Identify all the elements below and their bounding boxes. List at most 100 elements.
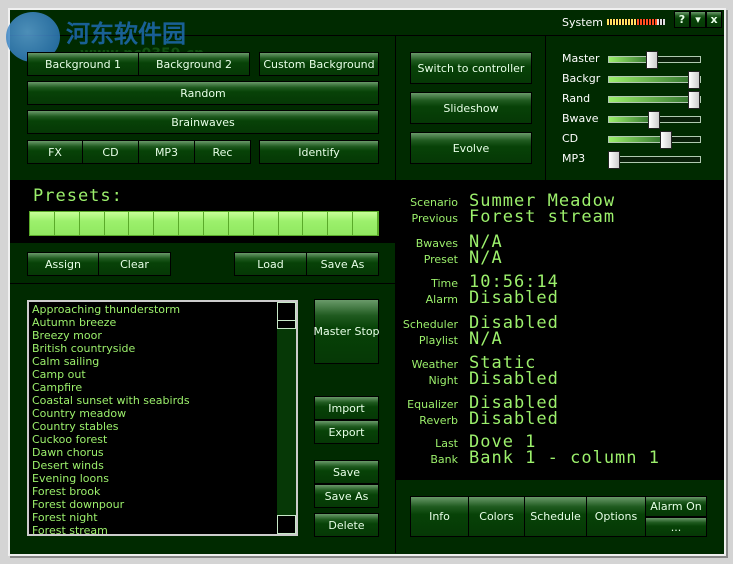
list-item[interactable]: Breezy moor xyxy=(29,329,296,342)
slider-label: Bwave xyxy=(562,112,599,125)
backgr-slider[interactable] xyxy=(608,71,701,89)
slider-label: MP3 xyxy=(562,152,586,165)
list-item[interactable]: Desert winds xyxy=(29,459,296,472)
info-button[interactable]: Info xyxy=(410,496,469,537)
save-button[interactable]: Save xyxy=(314,460,379,484)
bwave-slider[interactable] xyxy=(608,111,701,129)
export-button[interactable]: Export xyxy=(314,420,379,444)
preset-slot[interactable] xyxy=(154,212,180,235)
list-item[interactable]: Coastal sunset with seabirds xyxy=(29,394,296,407)
scrollbar[interactable] xyxy=(277,302,296,534)
list-item[interactable]: Autumn breeze xyxy=(29,316,296,329)
cd-button[interactable]: CD xyxy=(82,140,139,164)
list-item[interactable]: Dawn chorus xyxy=(29,446,296,459)
list-item[interactable]: Cuckoo forest xyxy=(29,433,296,446)
minimize-button[interactable]: ▾ xyxy=(690,11,706,28)
background-2-button[interactable]: Background 2 xyxy=(138,52,250,76)
slider-thumb[interactable] xyxy=(688,91,700,109)
help-button[interactable]: ? xyxy=(674,11,690,28)
options-button[interactable]: Options xyxy=(586,496,646,537)
preset-slot[interactable] xyxy=(328,212,354,235)
import-button[interactable]: Import xyxy=(314,396,379,420)
mp3-slider[interactable] xyxy=(608,151,701,169)
list-item[interactable]: Evening loons xyxy=(29,472,296,485)
info-label: Equalizer xyxy=(407,398,458,411)
slider-label: Master xyxy=(562,52,600,65)
clear-button[interactable]: Clear xyxy=(98,252,171,276)
background-1-button[interactable]: Background 1 xyxy=(27,52,139,76)
slider-label: Rand xyxy=(562,92,591,105)
preset-slot[interactable] xyxy=(353,212,379,235)
slider-thumb[interactable] xyxy=(648,111,660,129)
list-item[interactable]: Forest night xyxy=(29,511,296,524)
scroll-up-button[interactable] xyxy=(277,302,296,321)
info-label: Scheduler xyxy=(402,318,458,331)
assign-button[interactable]: Assign xyxy=(27,252,99,276)
close-button[interactable]: x xyxy=(706,11,722,28)
preset-slot[interactable] xyxy=(253,212,279,235)
list-item[interactable]: Forest downpour xyxy=(29,498,296,511)
schedule-button[interactable]: Schedule xyxy=(524,496,587,537)
info-value: N/A xyxy=(469,248,503,268)
preset-slot[interactable] xyxy=(179,212,205,235)
list-item[interactable]: Camp out xyxy=(29,368,296,381)
rand-slider[interactable] xyxy=(608,91,701,109)
custom-background-button[interactable]: Custom Background xyxy=(259,52,379,76)
info-label: Bank xyxy=(430,453,458,466)
switch-to-controller-button[interactable]: Switch to controller xyxy=(410,52,532,84)
more-button[interactable]: ... xyxy=(645,517,707,537)
list-item[interactable]: Forest brook xyxy=(29,485,296,498)
watermark-text: 河东软件园 xyxy=(66,20,186,48)
info-label: Previous xyxy=(411,212,459,225)
master-slider[interactable] xyxy=(608,51,701,69)
rec-button[interactable]: Rec xyxy=(194,140,251,164)
list-item[interactable]: Country meadow xyxy=(29,407,296,420)
info-label: Scenario xyxy=(410,196,458,209)
list-item[interactable]: Forest stream xyxy=(29,524,296,534)
evolve-button[interactable]: Evolve xyxy=(410,132,532,164)
scenario-list[interactable]: Approaching thunderstorm Autumn breeze Bre… xyxy=(27,300,298,536)
save-as-preset-button[interactable]: Save As xyxy=(306,252,379,276)
scroll-down-button[interactable] xyxy=(277,515,296,534)
list-item[interactable]: Campfire xyxy=(29,381,296,394)
preset-slot[interactable] xyxy=(303,212,329,235)
alarm-on-button[interactable]: Alarm On xyxy=(645,496,707,517)
slider-thumb[interactable] xyxy=(660,131,672,149)
list-item[interactable]: Approaching thunderstorm xyxy=(29,303,296,316)
load-button[interactable]: Load xyxy=(234,252,307,276)
list-item[interactable]: Country stables xyxy=(29,420,296,433)
preset-slot[interactable] xyxy=(278,212,304,235)
slideshow-button[interactable]: Slideshow xyxy=(410,92,532,124)
divider xyxy=(10,283,395,284)
slider-thumb[interactable] xyxy=(688,71,700,89)
info-label: Reverb xyxy=(419,414,458,427)
mp3-button[interactable]: MP3 xyxy=(138,140,195,164)
preset-slots xyxy=(29,211,379,236)
list-item[interactable]: Calm sailing xyxy=(29,355,296,368)
info-label: Bwaves xyxy=(415,237,458,250)
slider-thumb[interactable] xyxy=(646,51,659,69)
fx-button[interactable]: FX xyxy=(27,140,83,164)
brainwaves-button[interactable]: Brainwaves xyxy=(27,110,379,134)
presets-title: Presets: xyxy=(33,186,123,206)
info-label: Playlist xyxy=(418,334,458,347)
master-stop-button[interactable]: Master Stop xyxy=(313,299,380,364)
random-button[interactable]: Random xyxy=(27,81,379,105)
save-as-button[interactable]: Save As xyxy=(314,484,379,508)
system-label: System xyxy=(562,16,604,29)
preset-slot[interactable] xyxy=(228,212,254,235)
scroll-thumb[interactable] xyxy=(277,320,296,329)
colors-button[interactable]: Colors xyxy=(468,496,525,537)
preset-slot[interactable] xyxy=(79,212,105,235)
preset-slot[interactable] xyxy=(129,212,155,235)
identify-button[interactable]: Identify xyxy=(259,140,379,164)
preset-slot[interactable] xyxy=(54,212,80,235)
preset-slot[interactable] xyxy=(104,212,130,235)
cd-slider[interactable] xyxy=(608,131,701,149)
list-item[interactable]: British countryside xyxy=(29,342,296,355)
delete-button[interactable]: Delete xyxy=(314,513,379,537)
slider-thumb[interactable] xyxy=(608,151,620,169)
preset-slot[interactable] xyxy=(30,212,55,235)
info-value: Disabled xyxy=(469,369,559,389)
preset-slot[interactable] xyxy=(204,212,229,235)
